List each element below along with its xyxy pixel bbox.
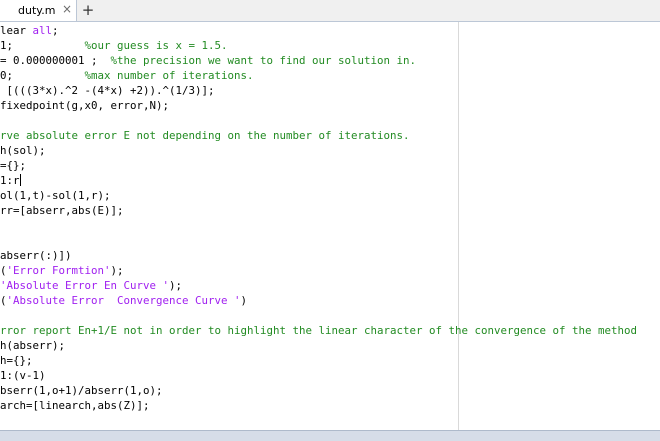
text-cursor [19,174,21,186]
code-line[interactable]: ('Absolute Error Convergence Curve ') [0,293,247,308]
code-line[interactable]: ('Error Formtion'); [0,263,124,278]
code-line[interactable]: lear all; [0,23,59,38]
code-line[interactable]: 1:r [0,173,21,188]
code-line[interactable]: ol(1,t)-sol(1,r); [0,188,111,203]
code-line[interactable]: rror report En+1/E not in order to highl… [0,323,637,338]
code-line[interactable]: abserr(:)]) [0,248,72,263]
code-token: [(((3*x).^2 -(4*x) +2)).^(1/3)]; [0,84,215,97]
code-line[interactable]: h={}; [0,353,33,368]
code-token: 1; [0,39,85,52]
code-line[interactable]: 1; %our guess is x = 1.5. [0,38,228,53]
close-icon[interactable]: × [61,3,73,15]
code-line[interactable]: = 0.000000001 ; %the precision we want t… [0,53,416,68]
code-line[interactable]: h(abserr); [0,338,65,353]
code-line[interactable]: [(((3*x).^2 -(4*x) +2)).^(1/3)]; [0,83,215,98]
code-token: 0; [0,69,85,82]
code-line[interactable]: 'Absolute Error En Curve '); [0,278,182,293]
add-tab-button[interactable]: + [78,0,98,21]
code-string: 'Absolute Error Convergence Curve ' [6,294,241,307]
code-string: all [32,24,53,37]
code-string: 'Absolute Error En Curve ' [0,279,170,292]
code-line[interactable]: arch=[linearch,abs(Z)]; [0,398,150,413]
code-comment: rror report En+1/E not in order to highl… [0,324,638,337]
code-token: ) [240,294,248,307]
code-token: h={}; [0,354,33,367]
code-token: ); [110,264,124,277]
code-line[interactable]: ={}; [0,158,26,173]
code-line[interactable]: 0; %max number of iterations. [0,68,254,83]
code-comment: %max number of iterations. [84,69,254,82]
right-margin-line [458,22,459,430]
code-token: abserr(:)]) [0,249,72,262]
code-token: rr=[abserr,abs(E)]; [0,204,124,217]
code-line[interactable]: fixedpoint(g,x0, error,N); [0,98,169,113]
code-token: = 0.000000001 ; [0,54,111,67]
code-comment: rve absolute error E not depending on th… [0,129,410,142]
code-token: ; [52,24,59,37]
code-token: ol(1,t)-sol(1,r); [0,189,111,202]
code-line[interactable]: rr=[abserr,abs(E)]; [0,203,124,218]
code-token: ={}; [0,159,27,172]
code-token: 1:r [0,174,20,187]
code-editor[interactable]: lear all; 1; %our guess is x = 1.5. = 0.00… [0,22,660,430]
code-line[interactable]: h(sol); [0,143,46,158]
code-string: 'Error Formtion' [6,264,111,277]
code-comment: %the precision we want to find our solut… [110,54,417,67]
code-token: lear [0,24,33,37]
code-token: h(sol); [0,144,46,157]
code-line[interactable]: bserr(1,o+1)/abserr(1,o); [0,383,163,398]
horizontal-scrollbar[interactable] [0,430,660,441]
code-line[interactable]: rve absolute error E not depending on th… [0,128,410,143]
code-token: bserr(1,o+1)/abserr(1,o); [0,384,163,397]
tab-bar: duty.m × + [0,0,660,22]
tab-duty-m[interactable]: duty.m × [0,0,77,21]
tab-label: duty.m [18,4,56,17]
code-line[interactable]: 1:(v-1) [0,368,46,383]
code-token: ); [169,279,183,292]
code-token: h(abserr); [0,339,66,352]
code-token: fixedpoint(g,x0, error,N); [0,99,170,112]
code-comment: %our guess is x = 1.5. [84,39,228,52]
code-token: 1:(v-1) [0,369,46,382]
code-token: arch=[linearch,abs(Z)]; [0,399,150,412]
